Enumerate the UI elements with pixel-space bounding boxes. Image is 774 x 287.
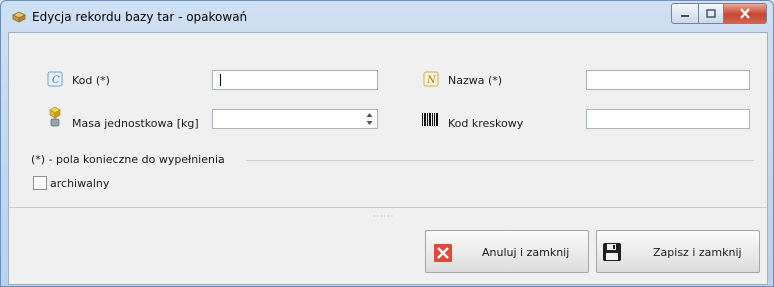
- svg-text:N: N: [426, 75, 437, 86]
- dialog-content: C Kod (*) N Nazwa (*) Masa jednostkowa […: [8, 32, 768, 285]
- weight-icon: [49, 106, 61, 127]
- text-cursor: [220, 74, 221, 86]
- name-field-icon: N: [423, 71, 439, 87]
- maximize-button[interactable]: [699, 3, 724, 24]
- barcode-icon: [422, 113, 438, 126]
- maximize-icon: [706, 9, 716, 18]
- archiwalny-label: archiwalny: [50, 177, 110, 190]
- code-field-icon: C: [47, 71, 63, 87]
- save-close-button[interactable]: Zapisz i zamknij: [596, 230, 760, 273]
- cancel-x-icon: [434, 244, 452, 262]
- kod-kreskowy-input[interactable]: [586, 109, 750, 129]
- save-floppy-icon: [603, 243, 621, 261]
- cancel-close-button[interactable]: Anuluj i zamknij: [425, 230, 589, 273]
- spin-arrows-icon[interactable]: [366, 111, 373, 127]
- splitter-grip[interactable]: ······: [373, 212, 394, 221]
- group-divider: [246, 160, 754, 161]
- minimize-button[interactable]: [671, 3, 699, 24]
- required-note: (*) - pola konieczne do wypełnienia: [31, 153, 225, 166]
- masa-label: Masa jednostkowa [kg]: [72, 117, 199, 130]
- masa-spinbox[interactable]: [212, 109, 378, 129]
- kod-input[interactable]: [212, 70, 378, 90]
- nazwa-input[interactable]: [586, 70, 750, 90]
- close-button[interactable]: [724, 3, 767, 24]
- close-icon: [740, 8, 750, 19]
- title-bar[interactable]: Edycja rekordu bazy tar - opakowań: [1, 1, 773, 31]
- panel-separator: [9, 207, 767, 208]
- svg-text:C: C: [52, 75, 60, 86]
- nazwa-label: Nazwa (*): [448, 74, 503, 87]
- dialog-window: Edycja rekordu bazy tar - opakowań C Kod…: [0, 0, 774, 287]
- kod-label: Kod (*): [72, 74, 110, 87]
- minimize-icon: [681, 14, 689, 17]
- cancel-close-label: Anuluj i zamknij: [482, 246, 570, 259]
- save-close-label: Zapisz i zamknij: [653, 246, 742, 259]
- kod-kreskowy-label: Kod kreskowy: [448, 117, 524, 130]
- archiwalny-checkbox[interactable]: [33, 176, 47, 190]
- window-title: Edycja rekordu bazy tar - opakowań: [32, 10, 248, 24]
- tar-package-icon: [12, 11, 26, 23]
